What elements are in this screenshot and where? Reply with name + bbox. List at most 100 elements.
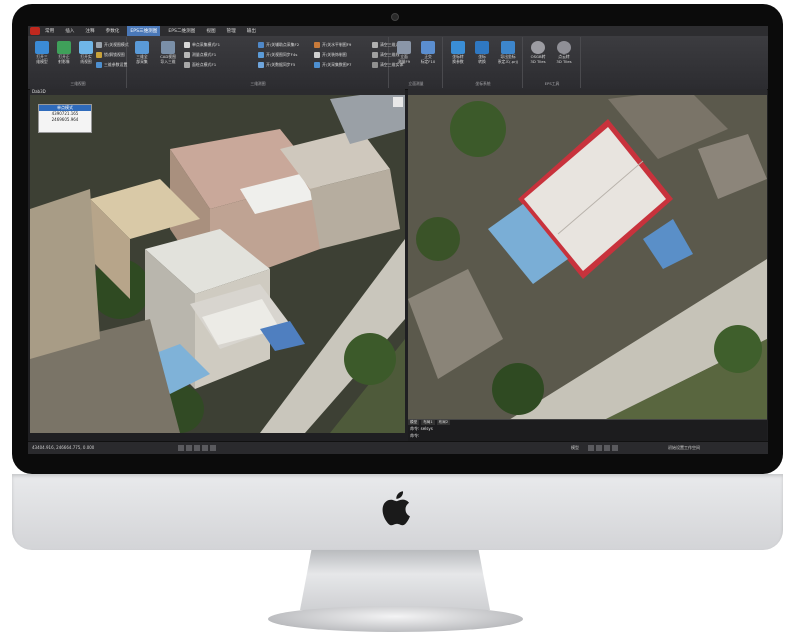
settings-icon bbox=[96, 61, 102, 68]
ribbon-group-elevation: 立面 测量F9 正交 标定F10 立面测量 bbox=[390, 37, 443, 88]
point-info-panel: 单点模式 4390721.165 2469605.964 bbox=[38, 104, 92, 133]
workspace-selector[interactable]: 初始设置工作空间 bbox=[668, 445, 700, 451]
tab-7[interactable]: 管理 bbox=[224, 26, 239, 36]
osgb-icon bbox=[531, 41, 545, 54]
camera-icon bbox=[391, 13, 399, 21]
button-label: 开/关水平制图F9 bbox=[322, 41, 352, 47]
status-bar: 43404.916, 246664.775, 0.000 模型 初始设置工作空间 bbox=[28, 441, 768, 454]
tab-1[interactable]: 插入 bbox=[62, 26, 77, 36]
button-label: 正交 标定F10 bbox=[420, 54, 436, 64]
button-label: 打开三 维模型 bbox=[36, 54, 48, 64]
wave-icon bbox=[79, 41, 93, 54]
export-prj-button[interactable]: 导出坐标 系定义(.prj) bbox=[494, 37, 522, 79]
snap-icon[interactable] bbox=[178, 445, 184, 451]
group-label: 三维测图 bbox=[250, 81, 266, 86]
annotation-icon[interactable] bbox=[588, 445, 594, 451]
ortho-viewport[interactable] bbox=[408, 89, 767, 433]
cad-import-3d-button[interactable]: CAD视图 导入三维 bbox=[156, 37, 180, 79]
toggle-view-sync-button[interactable]: 开/关视图同步F4s bbox=[258, 50, 297, 59]
command-input[interactable]: 命令: bbox=[410, 433, 419, 439]
viewport-header bbox=[408, 89, 767, 95]
tab-0[interactable]: 常用 bbox=[42, 26, 57, 36]
toggle-data-sync-button[interactable]: 开/关数据同步F5 bbox=[258, 60, 295, 69]
lock-icon bbox=[96, 51, 102, 58]
single-point-mode-button[interactable]: 单点采集模式F1 bbox=[184, 40, 220, 49]
command-panel: 模型 布局1 布局2 命令: selsys 命令: bbox=[408, 419, 767, 442]
tab-4[interactable]: EPS三维测图 bbox=[127, 26, 161, 36]
pointcloud-to-3dtiles-button[interactable]: 点云转 3D Tiles bbox=[552, 37, 576, 79]
open-3d-model-button[interactable]: 打开三 维模型 bbox=[30, 37, 54, 79]
button-label: 开/关装饰制图 bbox=[322, 51, 347, 57]
lock-icon[interactable] bbox=[612, 445, 618, 451]
ortho-calibrate-button[interactable]: 正交 标定F10 bbox=[416, 37, 440, 79]
coord-params-button[interactable]: 坐标转 换参数 bbox=[446, 37, 470, 79]
decor-icon bbox=[314, 51, 320, 58]
grid-icon[interactable] bbox=[186, 445, 192, 451]
button-label: 开/关采集数图P7 bbox=[322, 61, 352, 67]
open-line-view-button[interactable]: 打开实 线视图 bbox=[74, 37, 98, 79]
layer-icon[interactable] bbox=[604, 445, 610, 451]
screen: 常用 插入 注释 参数化 EPS三维测图 EPS二维测图 视图 管理 输出 打开… bbox=[28, 26, 768, 454]
coord-transform-button[interactable]: 坐标 转换 bbox=[470, 37, 494, 79]
lock-view-button[interactable]: 锁/解锁视图 bbox=[96, 50, 125, 59]
command-history: 命令: selsys bbox=[410, 426, 433, 431]
osgb-to-3dtiles-button[interactable]: OSGB转 3D Tiles bbox=[526, 37, 550, 79]
building-icon bbox=[397, 41, 411, 54]
tree-icon bbox=[57, 41, 71, 54]
scale-icon[interactable] bbox=[596, 445, 602, 451]
3d-collect-all-button[interactable]: 三维全 部采集 bbox=[130, 37, 154, 79]
toggle-view-mode-button[interactable]: 开/关视图模式 bbox=[96, 40, 129, 49]
3d-settings-button[interactable]: 三维参数设置 bbox=[96, 60, 127, 69]
data-sync-icon bbox=[258, 61, 264, 68]
button-label: 打开实 线视图 bbox=[80, 54, 92, 64]
3d-viewport[interactable]: Dab3D 单点模式 4390721.165 2469605.964 bbox=[30, 89, 405, 433]
toggle-aux-point-button[interactable]: 开/关辅助点采集F2 bbox=[258, 40, 299, 49]
open-ortho-image-button[interactable]: 打开正 射影像 bbox=[52, 37, 76, 79]
tab-layout1[interactable]: 布局1 bbox=[421, 420, 435, 425]
clear-lines-icon bbox=[372, 51, 378, 58]
import-icon bbox=[161, 41, 175, 54]
tab-8[interactable]: 输出 bbox=[244, 26, 259, 36]
button-label: CAD视图 导入三维 bbox=[160, 54, 176, 64]
tab-6[interactable]: 视图 bbox=[203, 26, 218, 36]
toggle-decor-draw-button[interactable]: 开/关装饰制图 bbox=[314, 50, 347, 59]
measure-point-mode-button[interactable]: 测量点模式F1 bbox=[184, 50, 216, 59]
crosshair-icon bbox=[501, 41, 515, 54]
group-label: 三维视图 bbox=[70, 81, 86, 86]
button-label: 立面 测量F9 bbox=[397, 54, 411, 64]
button-label: OSGB转 3D Tiles bbox=[530, 54, 546, 64]
monitor-stand-neck bbox=[300, 550, 490, 610]
surface-point-mode-button[interactable]: 面绘点模式F1 bbox=[184, 60, 216, 69]
tab-model[interactable]: 模型 bbox=[408, 420, 420, 425]
aux-point-icon bbox=[258, 41, 264, 48]
layout-tabs: 模型 布局1 布局2 bbox=[408, 420, 451, 425]
tab-5[interactable]: EPS二维测图 bbox=[165, 26, 198, 36]
tab-2[interactable]: 注释 bbox=[82, 26, 97, 36]
model-space-label[interactable]: 模型 bbox=[571, 445, 579, 451]
button-label: 坐标 转换 bbox=[478, 54, 486, 64]
tab-layout2[interactable]: 布局2 bbox=[436, 420, 451, 425]
ortho-icon[interactable] bbox=[194, 445, 200, 451]
button-label: 开/关视图模式 bbox=[104, 41, 129, 47]
button-label: 开/关视图同步F4s bbox=[266, 51, 298, 57]
app-logo-icon[interactable] bbox=[30, 27, 40, 35]
button-label: 导出坐标 系定义(.prj) bbox=[497, 54, 519, 64]
button-label: 三维参数设置 bbox=[104, 61, 128, 67]
toggle-collect-map-button[interactable]: 开/关采集数图P7 bbox=[314, 60, 351, 69]
tab-3[interactable]: 参数化 bbox=[103, 26, 123, 36]
axes-icon bbox=[451, 41, 465, 54]
group-label: EPS工具 bbox=[544, 81, 560, 86]
osnap-icon[interactable] bbox=[210, 445, 216, 451]
ribbon: 打开三 维模型 打开正 射影像 打开实 线视图 开/关视图模式 锁/解锁视图 三… bbox=[28, 36, 768, 90]
sync-icon bbox=[258, 51, 264, 58]
button-label: 三维全 部采集 bbox=[136, 54, 148, 64]
polar-icon[interactable] bbox=[202, 445, 208, 451]
button-label: 打开正 射影像 bbox=[58, 54, 70, 64]
pen-icon bbox=[314, 61, 320, 68]
toggle-horizontal-draw-button[interactable]: 开/关水平制图F9 bbox=[314, 40, 351, 49]
coord-y: 2469605.964 bbox=[51, 117, 79, 122]
home-view-icon[interactable] bbox=[393, 97, 403, 107]
elevation-measure-button[interactable]: 立面 测量F9 bbox=[392, 37, 416, 79]
calibrate-icon bbox=[421, 41, 435, 54]
button-label: 锁/解锁视图 bbox=[104, 51, 125, 57]
